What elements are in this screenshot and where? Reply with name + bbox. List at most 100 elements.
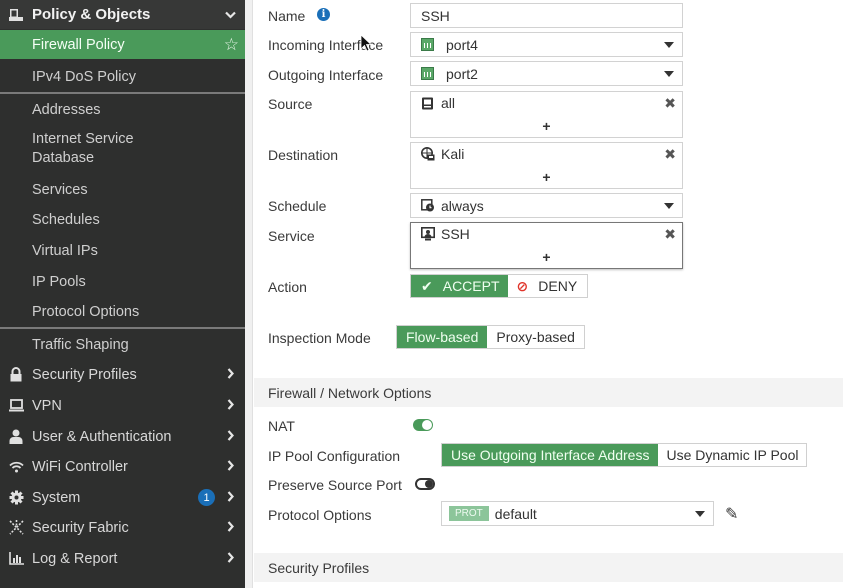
name-label: Name	[268, 8, 306, 24]
service-label: Service	[268, 228, 315, 244]
service-field[interactable]: SSH ✖ +	[410, 222, 683, 269]
proxy-based-button[interactable]: Proxy-based	[487, 326, 584, 348]
add-icon[interactable]: +	[411, 169, 682, 185]
sidebar-item-log-report[interactable]: Log & Report	[0, 544, 245, 573]
destination-entry[interactable]: Kali	[420, 146, 464, 162]
sidebar-item-label: VPN	[32, 397, 62, 414]
star-icon[interactable]: ☆	[224, 35, 239, 55]
deny-label: DENY	[538, 278, 578, 294]
policy-objects-icon	[8, 7, 24, 23]
sidebar: Policy & Objects Firewall Policy ☆ IPv4 …	[0, 0, 245, 588]
sidebar-item-policy-objects[interactable]: Policy & Objects	[0, 0, 245, 29]
use-outgoing-interface-button[interactable]: Use Outgoing Interface Address	[442, 444, 659, 466]
chevron-right-icon	[221, 551, 239, 566]
destination-value: Kali	[441, 146, 465, 162]
add-icon[interactable]: +	[411, 118, 682, 134]
firewall-network-options-header: Firewall / Network Options	[254, 378, 843, 407]
sidebar-item-traffic-shaping[interactable]: Traffic Shaping	[0, 330, 245, 359]
user-icon	[8, 429, 24, 445]
sidebar-item-vpn[interactable]: VPN	[0, 391, 245, 420]
source-value: all	[441, 95, 456, 111]
section-title: Security Profiles	[268, 559, 370, 576]
ip-pool-config-label: IP Pool Configuration	[268, 448, 401, 464]
policy-form: Name i SSH Incoming Interface port4 Outg…	[254, 0, 843, 588]
accept-button[interactable]: ✔ ACCEPT	[411, 275, 508, 297]
sidebar-item-protocol-options[interactable]: Protocol Options	[0, 297, 245, 326]
chevron-right-icon	[221, 398, 239, 413]
sidebar-item-label: IP Pools	[32, 273, 86, 290]
protocol-tag: PROT	[449, 506, 489, 521]
sidebar-item-label: Services	[32, 181, 88, 198]
accept-label: ACCEPT	[442, 278, 500, 294]
use-outgoing-interface-label: Use Outgoing Interface Address	[451, 447, 650, 463]
use-dynamic-ip-pool-button[interactable]: Use Dynamic IP Pool	[658, 444, 807, 466]
sidebar-resize-bar[interactable]	[245, 0, 253, 588]
chevron-right-icon	[221, 429, 239, 444]
sidebar-item-label: Addresses	[32, 101, 101, 118]
sidebar-item-label: Schedules	[32, 211, 100, 228]
flow-based-button[interactable]: Flow-based	[397, 326, 488, 348]
add-icon[interactable]: +	[411, 249, 682, 265]
security-profiles-header: Security Profiles	[254, 553, 843, 582]
deny-button[interactable]: ⊘ DENY	[507, 275, 588, 297]
port-icon	[421, 38, 434, 51]
proxy-based-label: Proxy-based	[496, 329, 575, 345]
sidebar-item-label: Virtual IPs	[32, 242, 98, 259]
outgoing-interface-select[interactable]: port2	[410, 61, 683, 86]
sidebar-item-label: Traffic Shaping	[32, 336, 129, 353]
notification-badge: 1	[198, 489, 215, 506]
sidebar-item-label: System	[32, 489, 81, 506]
chevron-right-icon	[221, 490, 239, 505]
protocol-options-select[interactable]: PROT default	[441, 501, 714, 526]
source-entry[interactable]: all	[420, 95, 455, 111]
service-value: SSH	[441, 226, 470, 242]
edit-pencil-icon[interactable]: ✎	[725, 504, 738, 524]
sidebar-item-schedules[interactable]: Schedules	[0, 205, 245, 234]
protocol-options-label: Protocol Options	[268, 507, 372, 523]
destination-field[interactable]: Kali ✖ +	[410, 142, 683, 189]
remove-icon[interactable]: ✖	[664, 95, 676, 112]
service-icon	[420, 227, 435, 242]
sidebar-item-label: Protocol Options	[32, 303, 140, 320]
sidebar-item-user-authentication[interactable]: User & Authentication	[0, 422, 245, 451]
sidebar-item-label: Security Fabric	[32, 519, 129, 536]
incoming-interface-select[interactable]: port4	[410, 32, 683, 57]
dropdown-caret-icon	[664, 202, 674, 209]
action-label: Action	[268, 279, 307, 295]
use-dynamic-ip-pool-label: Use Dynamic IP Pool	[666, 447, 799, 463]
sidebar-item-addresses[interactable]: Addresses	[0, 95, 245, 124]
sidebar-item-virtual-ips[interactable]: Virtual IPs	[0, 236, 245, 265]
preserve-source-port-toggle[interactable]	[415, 478, 435, 490]
chevron-right-icon	[221, 459, 239, 474]
chart-icon	[8, 551, 24, 567]
sidebar-item-label: Internet Service	[32, 131, 134, 147]
sidebar-item-security-profiles[interactable]: Security Profiles	[0, 360, 245, 389]
sidebar-item-label: WiFi Controller	[32, 458, 128, 475]
name-input[interactable]: SSH	[410, 3, 683, 28]
sidebar-item-firewall-policy[interactable]: Firewall Policy ☆	[0, 30, 245, 59]
sidebar-divider	[0, 92, 245, 94]
outgoing-interface-label: Outgoing Interface	[268, 67, 384, 83]
remove-icon[interactable]: ✖	[664, 226, 676, 243]
sidebar-item-label: IPv4 DoS Policy	[32, 68, 136, 85]
source-field[interactable]: all ✖ +	[410, 91, 683, 138]
service-entry[interactable]: SSH	[420, 226, 470, 242]
dropdown-caret-icon	[664, 41, 674, 48]
nat-toggle[interactable]	[413, 419, 433, 431]
chevron-down-icon	[221, 7, 239, 22]
sidebar-item-label: Log & Report	[32, 550, 118, 567]
sidebar-item-services[interactable]: Services	[0, 175, 245, 204]
chevron-right-icon	[221, 520, 239, 535]
sidebar-item-system[interactable]: System 1	[0, 483, 245, 512]
sidebar-item-internet-service-database[interactable]: Internet Service Database	[0, 128, 245, 170]
sidebar-item-ipv4-dos-policy[interactable]: IPv4 DoS Policy	[0, 62, 245, 91]
sidebar-item-ip-pools[interactable]: IP Pools	[0, 267, 245, 296]
sidebar-item-wifi-controller[interactable]: WiFi Controller	[0, 452, 245, 481]
sidebar-divider	[0, 327, 245, 329]
lock-icon	[8, 367, 24, 383]
info-icon[interactable]: i	[317, 8, 330, 21]
remove-icon[interactable]: ✖	[664, 146, 676, 163]
sidebar-item-security-fabric[interactable]: Security Fabric	[0, 513, 245, 542]
schedule-select[interactable]: always	[410, 193, 683, 218]
sidebar-item-label: Policy & Objects	[32, 6, 151, 23]
